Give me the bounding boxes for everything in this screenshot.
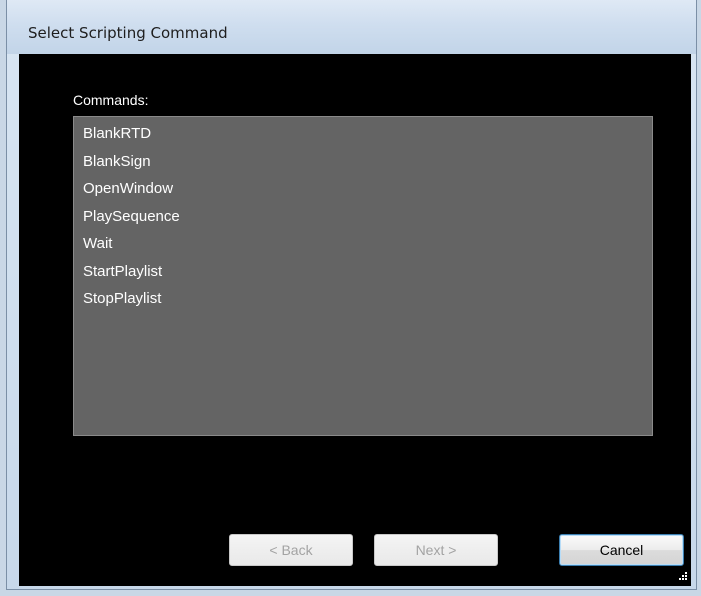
resize-grip-icon[interactable] [676,571,688,583]
list-item-stop-playlist[interactable]: StopPlaylist [74,285,652,313]
list-item-wait[interactable]: Wait [74,230,652,258]
back-button[interactable]: < Back [229,534,353,566]
list-item-play-sequence[interactable]: PlaySequence [74,203,652,231]
list-item-start-playlist[interactable]: StartPlaylist [74,258,652,286]
window-title: Select Scripting Command [28,24,228,42]
commands-listbox[interactable]: BlankRTD BlankSign OpenWindow PlaySequen… [73,116,653,436]
title-bar[interactable]: Select Scripting Command [7,0,696,54]
dialog-client-area: Commands: BlankRTD BlankSign OpenWindow … [19,54,691,586]
dialog-window: Select Scripting Command Commands: Blank… [6,0,697,590]
list-item-blank-rtd[interactable]: BlankRTD [74,120,652,148]
next-button[interactable]: Next > [374,534,498,566]
list-item-blank-sign[interactable]: BlankSign [74,148,652,176]
cancel-button[interactable]: Cancel [559,534,684,566]
list-item-open-window[interactable]: OpenWindow [74,175,652,203]
commands-label: Commands: [73,92,149,108]
